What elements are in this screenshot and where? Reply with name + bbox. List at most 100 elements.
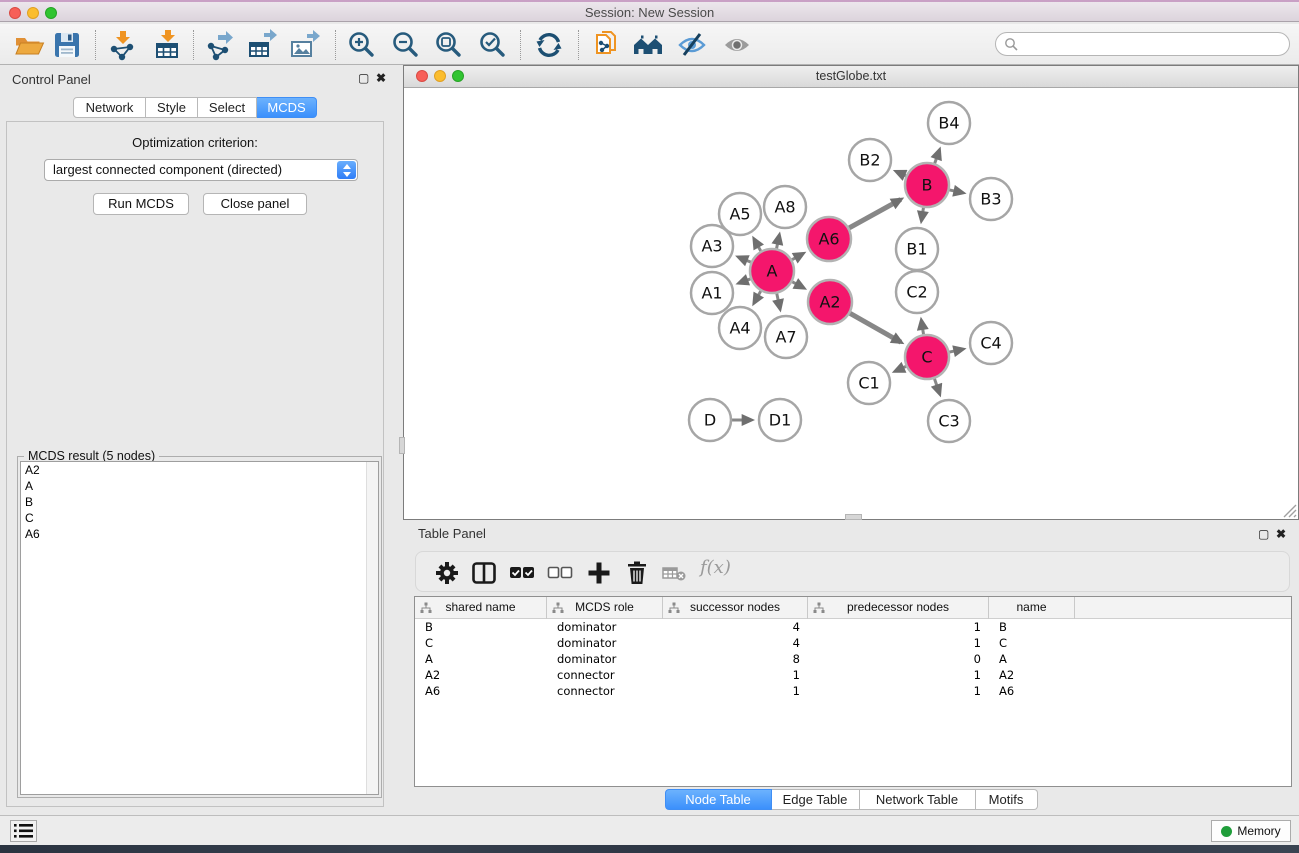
tab-node-table[interactable]: Node Table — [665, 789, 772, 810]
memory-button[interactable]: Memory — [1211, 820, 1291, 842]
open-folder-icon[interactable] — [13, 29, 45, 61]
edge-B-B2[interactable] — [897, 172, 906, 176]
import-network-icon[interactable] — [106, 29, 138, 61]
column-layout-icon[interactable] — [471, 560, 497, 586]
table-row[interactable]: Bdominator41B — [415, 619, 1291, 635]
tab-edge-table[interactable]: Edge Table — [772, 789, 860, 810]
result-list-item[interactable]: A — [21, 478, 378, 494]
table-cell[interactable]: B — [989, 619, 1075, 635]
close-panel-icon[interactable]: ✖ — [376, 71, 386, 85]
edge-C-C2[interactable] — [921, 321, 923, 335]
save-icon[interactable] — [51, 29, 83, 61]
tab-motifs[interactable]: Motifs — [976, 789, 1038, 810]
edge-B-B4[interactable] — [935, 150, 940, 163]
export-image-icon[interactable] — [289, 29, 321, 61]
network-window-titlebar[interactable]: testGlobe.txt — [404, 66, 1298, 88]
table-cell[interactable]: 0 — [808, 651, 989, 667]
add-column-icon[interactable] — [586, 560, 612, 586]
tab-network[interactable]: Network — [73, 97, 146, 118]
edge-A-A7[interactable] — [777, 293, 780, 308]
edge-C-C4[interactable] — [949, 349, 962, 352]
zoom-fit-icon[interactable] — [433, 29, 465, 61]
table-cell[interactable]: B — [415, 619, 547, 635]
table-row[interactable]: Cdominator41C — [415, 635, 1291, 651]
edge-A-A5[interactable] — [754, 239, 761, 251]
table-cell[interactable]: A — [415, 651, 547, 667]
refresh-icon[interactable] — [533, 29, 565, 61]
zoom-in-icon[interactable] — [346, 29, 378, 61]
table-cell[interactable]: C — [415, 635, 547, 651]
edge-A-A8[interactable] — [777, 235, 780, 248]
edge-B-B1[interactable] — [921, 208, 923, 221]
export-table-icon[interactable] — [246, 29, 278, 61]
table-cell[interactable]: dominator — [547, 651, 663, 667]
tab-mcds[interactable]: MCDS — [257, 97, 317, 118]
edge-B-B3[interactable] — [949, 190, 962, 193]
clone-network-icon[interactable] — [591, 29, 623, 61]
column-header-shared-name[interactable]: shared name — [415, 597, 547, 619]
result-list-item[interactable]: C — [21, 510, 378, 526]
search-input[interactable] — [1024, 34, 1284, 54]
float-panel-icon[interactable]: ▢ — [358, 71, 369, 85]
home-icon[interactable] — [632, 29, 664, 61]
table-cell[interactable]: 1 — [663, 667, 808, 683]
delete-column-icon[interactable] — [624, 560, 650, 586]
table-cell[interactable]: 8 — [663, 651, 808, 667]
table-cell[interactable]: A6 — [415, 683, 547, 699]
table-cell[interactable]: A2 — [415, 667, 547, 683]
table-cell[interactable]: C — [989, 635, 1075, 651]
edge-A-A2[interactable] — [792, 282, 803, 288]
edge-A2-C[interactable] — [850, 313, 901, 342]
table-cell[interactable]: A2 — [989, 667, 1075, 683]
eye-icon[interactable] — [721, 29, 753, 61]
table-cell[interactable]: dominator — [547, 619, 663, 635]
table-cell[interactable]: 1 — [663, 683, 808, 699]
zoom-selected-icon[interactable] — [477, 29, 509, 61]
export-network-icon[interactable] — [204, 29, 236, 61]
table-cell[interactable]: dominator — [547, 635, 663, 651]
eye-hide-icon[interactable] — [676, 29, 708, 61]
edge-A-A1[interactable] — [739, 279, 750, 283]
result-list-item[interactable]: A2 — [21, 462, 378, 478]
table-cell[interactable]: connector — [547, 667, 663, 683]
edge-A-A3[interactable] — [739, 257, 751, 262]
run-mcds-button[interactable]: Run MCDS — [93, 193, 189, 215]
table-cell[interactable]: A — [989, 651, 1075, 667]
resize-grip-icon[interactable] — [1282, 503, 1297, 518]
tab-network-table[interactable]: Network Table — [860, 789, 976, 810]
column-header-predecessor-nodes[interactable]: predecessor nodes — [808, 597, 989, 619]
table-row[interactable]: A6connector11A6 — [415, 683, 1291, 699]
edge-C-C1[interactable] — [895, 366, 906, 371]
column-header-successor-nodes[interactable]: successor nodes — [663, 597, 808, 619]
select-all-checked-icon[interactable] — [509, 560, 535, 586]
criterion-select[interactable]: largest connected component (directed) — [44, 159, 358, 181]
delete-table-icon[interactable] — [661, 560, 687, 586]
edge-A-A4[interactable] — [754, 291, 761, 303]
result-list-item[interactable]: B — [21, 494, 378, 510]
network-canvas[interactable]: B4B2BB3A8A5A6A3B1AC2A1A2A4A7C4CC1DD1C3 — [404, 88, 1298, 519]
table-cell[interactable]: 1 — [808, 667, 989, 683]
table-row[interactable]: Adominator80A — [415, 651, 1291, 667]
result-list-item[interactable]: A6 — [21, 526, 378, 542]
import-table-icon[interactable] — [151, 29, 183, 61]
table-cell[interactable]: 1 — [808, 683, 989, 699]
select-none-unchecked-icon[interactable] — [547, 560, 573, 586]
edge-C-C3[interactable] — [934, 379, 939, 394]
horizontal-splitter-handle[interactable] — [845, 514, 862, 520]
task-history-button[interactable] — [10, 820, 37, 842]
tab-style[interactable]: Style — [146, 97, 198, 118]
table-cell[interactable]: 1 — [808, 619, 989, 635]
column-header-name[interactable]: name — [989, 597, 1075, 619]
settings-gear-icon[interactable] — [434, 560, 460, 586]
table-cell[interactable]: 4 — [663, 619, 808, 635]
zoom-out-icon[interactable] — [390, 29, 422, 61]
table-cell[interactable]: connector — [547, 683, 663, 699]
close-table-panel-icon[interactable]: ✖ — [1276, 527, 1286, 541]
table-cell[interactable]: A6 — [989, 683, 1075, 699]
function-builder-icon[interactable]: f(x) — [700, 557, 740, 583]
column-header-MCDS-role[interactable]: MCDS role — [547, 597, 663, 619]
close-panel-button[interactable]: Close panel — [203, 193, 307, 215]
table-cell[interactable]: 4 — [663, 635, 808, 651]
vertical-splitter-handle[interactable] — [399, 437, 405, 454]
table-row[interactable]: A2connector11A2 — [415, 667, 1291, 683]
